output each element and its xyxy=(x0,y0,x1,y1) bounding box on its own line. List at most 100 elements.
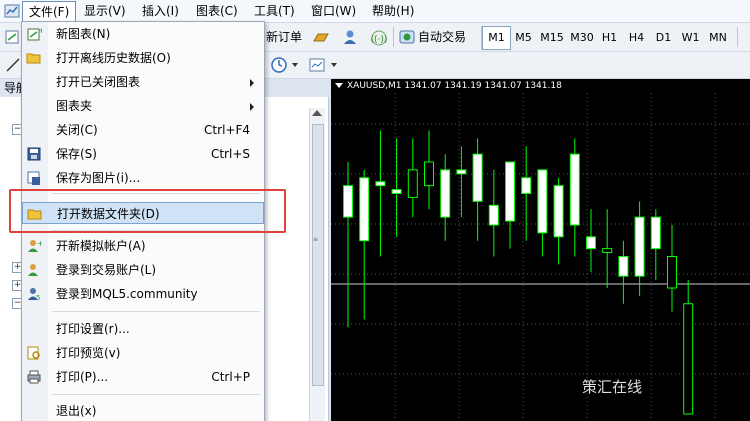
save-picture-icon xyxy=(27,171,40,185)
new-order-button[interactable]: 新订单 xyxy=(266,26,302,48)
user-profile-icon[interactable] xyxy=(341,28,359,46)
chart-symbol-info: XAUUSD,M1 1341.07 1341.19 1341.07 1341.1… xyxy=(347,81,562,91)
templates-icon[interactable] xyxy=(308,56,326,74)
signal-icon[interactable]: ((·)) xyxy=(370,29,388,47)
menu-item-label: 打开离线历史数据(O) xyxy=(56,51,171,65)
menu-item-print[interactable]: 打印(P)... Ctrl+P xyxy=(22,366,264,388)
menu-item-exit[interactable]: 退出(x) xyxy=(22,400,264,421)
candle-body xyxy=(456,169,467,175)
menu-item-shortcut: Ctrl+F4 xyxy=(204,123,250,137)
watermark-text: 策汇在线 xyxy=(582,378,643,396)
menu-file[interactable]: 文件(F) xyxy=(22,1,77,23)
menu-item-profiles[interactable]: 图表夹 xyxy=(22,95,264,117)
menu-item-label: 保存(S) xyxy=(56,147,97,161)
menu-item-save-as-picture[interactable]: 保存为图片(i)... xyxy=(22,167,264,189)
menu-item-open-offline[interactable]: 打开离线历史数据(O) xyxy=(22,47,264,69)
menu-item-save[interactable]: 保存(S) Ctrl+S xyxy=(22,143,264,165)
menu-window[interactable]: 窗口(W) xyxy=(305,1,362,21)
highlight-annotation xyxy=(9,189,286,233)
chevron-down-icon[interactable] xyxy=(292,63,298,67)
menu-item-label: 关闭(C) xyxy=(56,123,98,137)
menu-item-new-chart[interactable]: + 新图表(N) xyxy=(22,23,264,45)
candle-body xyxy=(521,177,532,194)
candle-body xyxy=(343,185,353,218)
candle-body xyxy=(650,216,661,250)
svg-text:+: + xyxy=(38,26,42,35)
candle-body xyxy=(667,256,677,289)
chart-header: XAUUSD,M1 1341.07 1341.19 1341.07 1341.1… xyxy=(335,81,562,91)
menu-item-open-demo-account[interactable]: + 开新模拟帐户(A) xyxy=(22,235,264,257)
timeframe-mn[interactable]: MN xyxy=(704,27,732,49)
toolbar-separator xyxy=(393,27,394,47)
svg-text:5: 5 xyxy=(36,294,40,302)
menu-view[interactable]: 显示(V) xyxy=(78,1,132,21)
menu-tools[interactable]: 工具(T) xyxy=(248,1,301,21)
svg-text:((·)): ((·)) xyxy=(371,35,388,45)
candle-body xyxy=(569,153,580,226)
menu-item-shortcut: Ctrl+S xyxy=(210,147,250,161)
navigator-scrollbar[interactable]: ≡ xyxy=(309,108,325,421)
menu-insert[interactable]: 插入(I) xyxy=(136,1,185,21)
auto-trading-icon[interactable] xyxy=(398,28,416,46)
timeframe-h4[interactable]: H4 xyxy=(623,27,650,49)
candle-body xyxy=(683,303,694,415)
menu-item-login-trade-account[interactable]: 登录到交易账户(L) xyxy=(22,259,264,281)
submenu-arrow-icon xyxy=(250,103,254,111)
menu-item-label: 打印设置(r)... xyxy=(56,322,130,336)
candle-body xyxy=(375,181,386,187)
menu-item-label: 登录到MQL5.community xyxy=(56,287,198,301)
menu-help[interactable]: 帮助(H) xyxy=(366,1,420,21)
menu-charts[interactable]: 图表(C) xyxy=(190,1,244,21)
timeframe-m1[interactable]: M1 xyxy=(482,26,511,50)
add-user-icon: + xyxy=(28,239,42,252)
new-chart-icon: + xyxy=(27,26,42,41)
caret-down-icon[interactable] xyxy=(335,83,343,88)
candle-body xyxy=(634,216,645,277)
timeframe-w1[interactable]: W1 xyxy=(677,27,704,49)
toolbar-separator xyxy=(737,27,738,47)
scroll-up-icon[interactable] xyxy=(312,110,322,116)
timeframe-bar: M1 M5 M15 M30 H1 H4 D1 W1 MN xyxy=(481,26,727,50)
menu-item-reopen-closed[interactable]: 打开已关闭图表 xyxy=(22,71,264,93)
line-tool-icon[interactable] xyxy=(4,56,22,74)
candlestick-chart xyxy=(331,93,750,421)
login-user-icon xyxy=(28,264,38,276)
timeframe-m15[interactable]: M15 xyxy=(537,27,567,49)
candle-body xyxy=(424,161,434,187)
candle-body xyxy=(553,185,564,238)
new-chart-icon[interactable] xyxy=(4,28,22,46)
auto-trading-button[interactable]: 自动交易 xyxy=(418,26,466,48)
save-icon xyxy=(27,147,41,161)
menu-bar: 文件(F) 显示(V) 插入(I) 图表(C) 工具(T) 窗口(W) 帮助(H… xyxy=(0,0,750,23)
gold-bar-icon[interactable] xyxy=(312,29,330,47)
clock-icon[interactable] xyxy=(270,56,288,74)
menu-item-label: 打印预览(v) xyxy=(56,346,121,360)
timeframe-m30[interactable]: M30 xyxy=(567,27,597,49)
chart-window[interactable]: XAUUSD,M1 1341.07 1341.19 1341.07 1341.1… xyxy=(331,79,750,421)
submenu-arrow-icon xyxy=(250,79,254,87)
candle-body xyxy=(618,256,629,277)
menu-item-label: 图表夹 xyxy=(56,99,93,113)
menu-item-label: 登录到交易账户(L) xyxy=(56,263,157,277)
chevron-down-icon[interactable] xyxy=(331,63,337,67)
menu-item-label: 新图表(N) xyxy=(56,27,111,41)
mt4-window: 文件(F) 显示(V) 插入(I) 图表(C) 工具(T) 窗口(W) 帮助(H… xyxy=(0,0,750,421)
svg-text:+: + xyxy=(37,239,42,248)
menu-item-shortcut: Ctrl+P xyxy=(211,370,250,384)
menu-item-print-preview[interactable]: 打印预览(v) xyxy=(22,342,264,364)
candle-body xyxy=(440,169,451,218)
timeframe-d1[interactable]: D1 xyxy=(650,27,677,49)
timeframe-h1[interactable]: H1 xyxy=(596,27,623,49)
app-logo-icon xyxy=(4,4,20,18)
menu-item-label: 打开已关闭图表 xyxy=(56,75,141,89)
timeframe-m5[interactable]: M5 xyxy=(510,27,537,49)
open-folder-icon xyxy=(26,53,41,64)
candle-body xyxy=(586,236,596,250)
menu-item-print-setup[interactable]: 打印设置(r)... xyxy=(22,318,264,340)
menu-item-login-mql5[interactable]: 5 登录到MQL5.community xyxy=(22,283,264,305)
menu-item-close[interactable]: 关闭(C) Ctrl+F4 xyxy=(22,119,264,141)
menu-item-label: 保存为图片(i)... xyxy=(56,171,141,185)
menu-separator xyxy=(52,311,260,312)
print-preview-icon xyxy=(27,346,40,360)
scroll-thumb[interactable] xyxy=(312,124,324,386)
